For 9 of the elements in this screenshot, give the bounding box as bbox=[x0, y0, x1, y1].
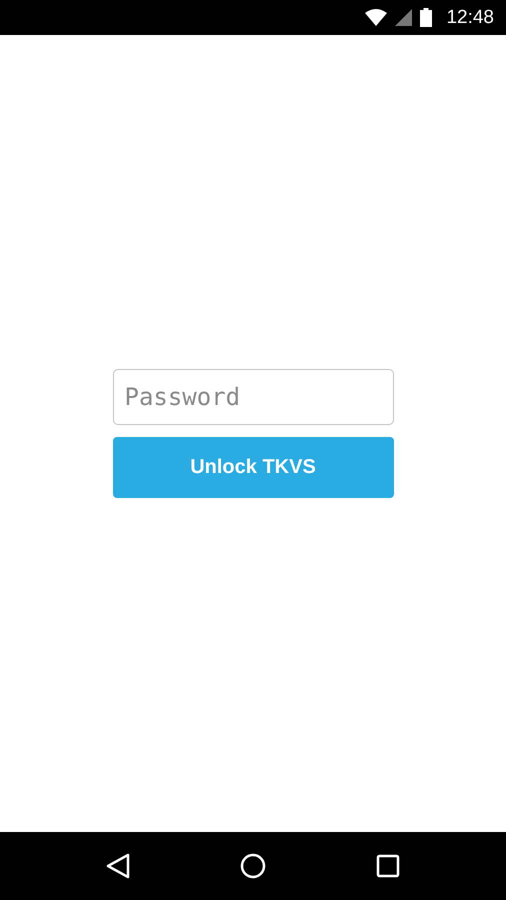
home-icon[interactable] bbox=[240, 853, 266, 879]
recents-icon[interactable] bbox=[376, 854, 400, 878]
signal-icon bbox=[395, 9, 412, 26]
back-icon[interactable] bbox=[106, 853, 130, 879]
wifi-icon bbox=[365, 9, 388, 26]
battery-icon bbox=[420, 8, 432, 27]
password-field[interactable]: Password bbox=[112, 369, 394, 425]
unlock-button[interactable]: Unlock TKVS bbox=[112, 437, 394, 498]
clock-time: 12:48 bbox=[446, 6, 494, 28]
